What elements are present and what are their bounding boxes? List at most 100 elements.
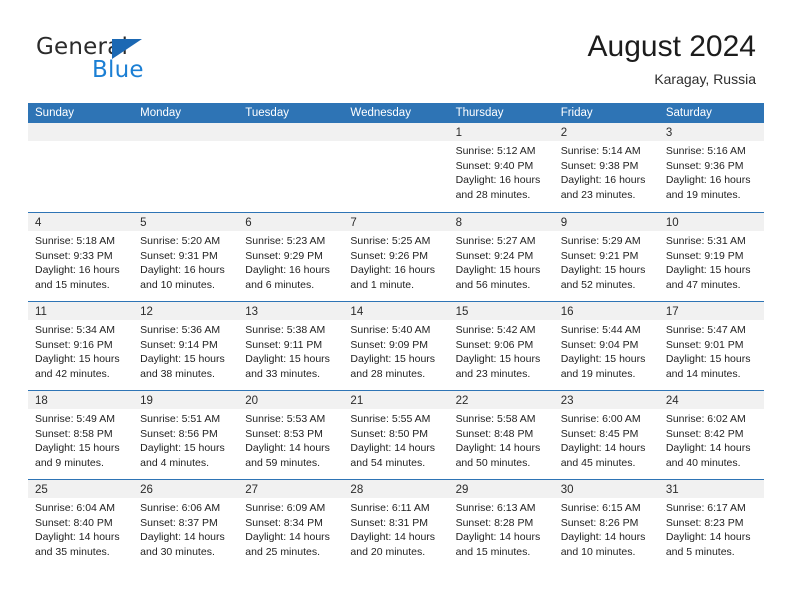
daylight-text-line1: Daylight: 15 hours	[560, 264, 646, 277]
daylight-text-line1: Daylight: 14 hours	[665, 531, 751, 544]
daylight-text-line1: Daylight: 16 hours	[35, 264, 120, 277]
daylight-text-line2: and 15 minutes.	[35, 278, 110, 291]
sunrise-text: Sunrise: 5:53 AM	[245, 413, 326, 425]
sunset-text: Sunset: 8:31 PM	[350, 516, 429, 529]
sunrise-text: Sunrise: 5:29 AM	[560, 235, 641, 247]
day-info: Sunrise: 5:58 AM Sunset: 8:48 PM Dayligh…	[449, 409, 554, 470]
daylight-text-line1: Daylight: 14 hours	[665, 442, 751, 455]
day-number: 7	[350, 217, 357, 229]
day-number-band: 31	[658, 480, 764, 498]
page-title: August 2024	[587, 30, 756, 63]
sunrise-text: Sunrise: 5:55 AM	[350, 413, 431, 425]
day-cell[interactable]: 4 Sunrise: 5:18 AM Sunset: 9:33 PM Dayli…	[28, 213, 134, 301]
day-number: 31	[665, 484, 679, 496]
daylight-text-line1: Daylight: 15 hours	[35, 353, 120, 366]
daylight-text-line1: Daylight: 14 hours	[560, 442, 646, 455]
day-cell[interactable]: 29 Sunrise: 6:13 AM Sunset: 8:28 PM Dayl…	[448, 480, 554, 568]
sunset-text: Sunset: 8:56 PM	[140, 427, 218, 440]
sunrise-text: Sunrise: 5:20 AM	[140, 235, 221, 247]
page-header: General Blue August 2024 Karagay, Russia	[0, 0, 792, 96]
daylight-text-line1: Daylight: 15 hours	[245, 353, 330, 366]
day-cell[interactable]: 11 Sunrise: 5:34 AM Sunset: 9:16 PM Dayl…	[28, 302, 134, 390]
weekday-header-thursday: Thursday	[455, 107, 504, 119]
day-info: Sunrise: 6:11 AM Sunset: 8:31 PM Dayligh…	[343, 498, 448, 559]
sunset-text: Sunset: 8:58 PM	[35, 427, 113, 440]
daylight-text-line1: Daylight: 15 hours	[455, 353, 541, 366]
day-cell[interactable]: 31 Sunrise: 6:17 AM Sunset: 8:23 PM Dayl…	[658, 480, 764, 568]
daylight-text-line1: Daylight: 15 hours	[35, 442, 120, 455]
day-cell[interactable]: 22 Sunrise: 5:58 AM Sunset: 8:48 PM Dayl…	[448, 391, 554, 479]
day-cell[interactable]: 23 Sunrise: 6:00 AM Sunset: 8:45 PM Dayl…	[553, 391, 659, 479]
day-number: 18	[35, 395, 48, 407]
day-cell[interactable]: 19 Sunrise: 5:51 AM Sunset: 8:56 PM Dayl…	[133, 391, 239, 479]
day-cell[interactable]: 15 Sunrise: 5:42 AM Sunset: 9:06 PM Dayl…	[448, 302, 554, 390]
day-cell[interactable]: 12 Sunrise: 5:36 AM Sunset: 9:14 PM Dayl…	[133, 302, 239, 390]
day-number: 9	[560, 217, 568, 229]
day-info: Sunrise: 5:27 AM Sunset: 9:24 PM Dayligh…	[449, 231, 554, 292]
day-cell[interactable]: 5 Sunrise: 5:20 AM Sunset: 9:31 PM Dayli…	[133, 213, 239, 301]
generalblue-logo[interactable]: General Blue	[36, 34, 226, 84]
day-number-band: 5	[133, 213, 239, 231]
day-cell[interactable]: 16 Sunrise: 5:44 AM Sunset: 9:04 PM Dayl…	[553, 302, 659, 390]
day-cell[interactable]: 26 Sunrise: 6:06 AM Sunset: 8:37 PM Dayl…	[133, 480, 239, 568]
calendar-page: General Blue August 2024 Karagay, Russia…	[0, 0, 792, 612]
day-cell[interactable]: 14 Sunrise: 5:40 AM Sunset: 9:09 PM Dayl…	[343, 302, 449, 390]
daylight-text-line1: Daylight: 15 hours	[140, 353, 225, 366]
day-info: Sunrise: 5:40 AM Sunset: 9:09 PM Dayligh…	[343, 320, 448, 381]
sunset-text: Sunset: 8:37 PM	[140, 516, 218, 529]
day-number-band: 18	[28, 391, 134, 409]
sunset-text: Sunset: 8:40 PM	[35, 516, 113, 529]
sunrise-text: Sunrise: 5:58 AM	[455, 413, 536, 425]
daylight-text-line1: Daylight: 15 hours	[665, 264, 751, 277]
daylight-text-line2: and 28 minutes.	[455, 188, 531, 201]
day-cell[interactable]: 10 Sunrise: 5:31 AM Sunset: 9:19 PM Dayl…	[658, 213, 764, 301]
day-cell[interactable]: 18 Sunrise: 5:49 AM Sunset: 8:58 PM Dayl…	[28, 391, 134, 479]
day-cell[interactable]: 3 Sunrise: 5:16 AM Sunset: 9:36 PM Dayli…	[658, 123, 764, 212]
day-cell[interactable]: 20 Sunrise: 5:53 AM Sunset: 8:53 PM Dayl…	[238, 391, 344, 479]
sunrise-text: Sunrise: 5:42 AM	[455, 324, 536, 336]
day-info: Sunrise: 5:14 AM Sunset: 9:38 PM Dayligh…	[554, 141, 659, 202]
sunrise-text: Sunrise: 6:11 AM	[350, 502, 430, 514]
daylight-text-line1: Daylight: 15 hours	[665, 353, 751, 366]
daylight-text-line2: and 54 minutes.	[350, 456, 426, 469]
day-info: Sunrise: 5:29 AM Sunset: 9:21 PM Dayligh…	[554, 231, 659, 292]
daylight-text-line2: and 23 minutes.	[455, 367, 531, 380]
day-number: 27	[245, 484, 259, 496]
day-cell[interactable]: 1 Sunrise: 5:12 AM Sunset: 9:40 PM Dayli…	[448, 123, 554, 212]
day-cell[interactable]: 25 Sunrise: 6:04 AM Sunset: 8:40 PM Dayl…	[28, 480, 134, 568]
day-info	[28, 141, 133, 144]
daylight-text-line1: Daylight: 14 hours	[35, 531, 120, 544]
day-cell[interactable]: 24 Sunrise: 6:02 AM Sunset: 8:42 PM Dayl…	[658, 391, 764, 479]
day-cell[interactable]: 21 Sunrise: 5:55 AM Sunset: 8:50 PM Dayl…	[343, 391, 449, 479]
daylight-text-line2: and 47 minutes.	[665, 278, 741, 291]
day-info: Sunrise: 5:16 AM Sunset: 9:36 PM Dayligh…	[659, 141, 764, 202]
sunrise-text: Sunrise: 5:38 AM	[245, 324, 326, 336]
sunrise-text: Sunrise: 6:02 AM	[665, 413, 746, 425]
day-cell[interactable]: 27 Sunrise: 6:09 AM Sunset: 8:34 PM Dayl…	[238, 480, 344, 568]
day-cell[interactable]: 2 Sunrise: 5:14 AM Sunset: 9:38 PM Dayli…	[553, 123, 659, 212]
daylight-text-line1: Daylight: 14 hours	[140, 531, 225, 544]
day-cell[interactable]: 28 Sunrise: 6:11 AM Sunset: 8:31 PM Dayl…	[343, 480, 449, 568]
day-cell[interactable]: 13 Sunrise: 5:38 AM Sunset: 9:11 PM Dayl…	[238, 302, 344, 390]
day-number: 29	[455, 484, 469, 496]
weekday-header-wednesday: Wednesday	[350, 107, 411, 119]
day-cell[interactable]: 7 Sunrise: 5:25 AM Sunset: 9:26 PM Dayli…	[343, 213, 449, 301]
day-cell[interactable]: 9 Sunrise: 5:29 AM Sunset: 9:21 PM Dayli…	[553, 213, 659, 301]
sunrise-text: Sunrise: 6:06 AM	[140, 502, 221, 514]
day-cell[interactable]: 6 Sunrise: 5:23 AM Sunset: 9:29 PM Dayli…	[238, 213, 344, 301]
daylight-text-line1: Daylight: 15 hours	[560, 353, 646, 366]
day-info: Sunrise: 6:17 AM Sunset: 8:23 PM Dayligh…	[659, 498, 764, 559]
daylight-text-line1: Daylight: 14 hours	[455, 442, 541, 455]
sunset-text: Sunset: 8:45 PM	[560, 427, 639, 440]
day-info: Sunrise: 5:42 AM Sunset: 9:06 PM Dayligh…	[449, 320, 554, 381]
day-cell[interactable]: 17 Sunrise: 5:47 AM Sunset: 9:01 PM Dayl…	[658, 302, 764, 390]
day-info: Sunrise: 6:15 AM Sunset: 8:26 PM Dayligh…	[554, 498, 659, 559]
day-number: 15	[455, 306, 469, 318]
sunset-text: Sunset: 9:38 PM	[560, 159, 639, 172]
logo-triangle-icon	[112, 39, 142, 59]
daylight-text-line1: Daylight: 16 hours	[455, 174, 541, 187]
day-cell[interactable]: 30 Sunrise: 6:15 AM Sunset: 8:26 PM Dayl…	[553, 480, 659, 568]
day-cell[interactable]: 8 Sunrise: 5:27 AM Sunset: 9:24 PM Dayli…	[448, 213, 554, 301]
day-number: 8	[455, 217, 462, 229]
sunset-text: Sunset: 8:23 PM	[665, 516, 744, 529]
